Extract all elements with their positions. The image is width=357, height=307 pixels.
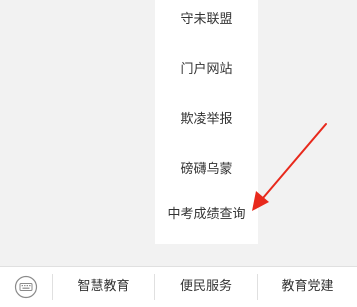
keyboard-toggle-icon [14,275,38,299]
bottom-menu-bar: 智慧教育 便民服务 教育党建 [0,266,357,307]
submenu-item-shouwei-alliance[interactable]: 守未联盟 [155,10,258,30]
tab-education-party-building[interactable]: 教育党建 [258,267,357,307]
submenu-item-pangbo-wumeng[interactable]: 磅礴乌蒙 [155,160,258,180]
submenu-item-exam-score-query[interactable]: 中考成绩查询 [155,205,258,225]
submenu-item-portal-website[interactable]: 门户网站 [155,60,258,80]
submenu-item-bullying-report[interactable]: 欺凌举报 [155,110,258,130]
tab-convenience-services[interactable]: 便民服务 [155,267,257,307]
keyboard-toggle-button[interactable] [0,267,52,307]
tab-smart-education[interactable]: 智慧教育 [53,267,154,307]
service-submenu: 守未联盟 门户网站 欺凌举报 磅礴乌蒙 中考成绩查询 [155,0,258,244]
